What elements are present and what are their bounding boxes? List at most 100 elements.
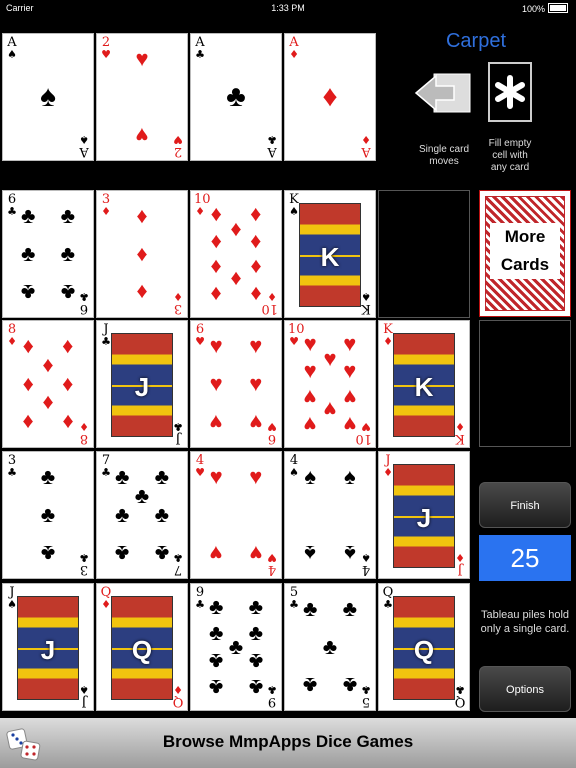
card-pip: ♥ — [249, 540, 263, 566]
card-rank: Q — [454, 694, 466, 709]
more-cards-button[interactable]: More Cards — [479, 190, 571, 317]
playing-card[interactable]: 4 ♥ 4 ♥ ♥ ♥ ♥ ♥ — [190, 451, 282, 579]
card-pip: ♦ — [136, 279, 148, 305]
card-pip: ♥ — [249, 409, 263, 435]
playing-card[interactable]: 10 ♦ 10 ♦ ♦ ♦ ♦ ♦ ♦ ♦ ♦ ♦ ♦ ♦ — [190, 190, 282, 318]
card-index-bottom: 6 ♥ — [266, 420, 278, 446]
fill-empty-cell-button[interactable] — [488, 62, 532, 122]
card-index-bottom: J ♦ — [454, 551, 466, 577]
card-suit: ♣ — [173, 420, 183, 433]
card-index-bottom: A ♣ — [266, 133, 278, 159]
card-pip: ♣ — [342, 596, 358, 622]
playing-card[interactable]: 5 ♣ 5 ♣ ♣ ♣ ♣ ♣ ♣ — [284, 583, 376, 711]
face-card-art: J — [17, 596, 79, 700]
card-pip: ♦ — [210, 200, 222, 226]
card-pip: ♣ — [134, 483, 150, 509]
face-card-letter: Q — [131, 635, 153, 665]
card-rank: 2 — [173, 144, 183, 159]
card-index-bottom: K ♠ — [360, 290, 372, 316]
card-suit: ♣ — [101, 466, 111, 479]
card-pip: ♦ — [250, 282, 262, 308]
options-button[interactable]: Options — [479, 666, 571, 712]
card-rank: A — [79, 144, 89, 159]
card-pip: ♣ — [208, 675, 224, 701]
face-card-letter: J — [134, 372, 150, 402]
card-pip: ♦ — [42, 390, 54, 416]
card-rank: A — [267, 144, 277, 159]
card-pip: ♣ — [342, 672, 358, 698]
card-suit: ♣ — [455, 683, 465, 696]
hint-text: Tableau piles hold only a single card. — [480, 609, 570, 635]
card-rank: J — [175, 431, 181, 446]
card-pip: ♣ — [20, 203, 36, 229]
face-card-art: K — [299, 203, 361, 307]
playing-card[interactable]: 6 ♣ 6 ♣ ♣ ♣ ♣ ♣ ♣ ♣ — [2, 190, 94, 318]
playing-card[interactable]: 2 ♥ 2 ♥ ♥ ♥ — [96, 33, 188, 161]
card-pip: ♣ — [208, 620, 224, 646]
card-index-top: 4 ♥ — [194, 454, 206, 479]
card-rank: A — [361, 144, 371, 159]
card-rank: 6 — [79, 301, 89, 316]
card-rank: Q — [172, 694, 184, 709]
card-pip: ♣ — [40, 502, 56, 527]
playing-card[interactable]: 3 ♦ 3 ♦ ♦ ♦ ♦ — [96, 190, 188, 318]
card-pip: ♣ — [154, 502, 170, 527]
card-index-top: 4 ♠ — [288, 454, 300, 479]
card-index-top: A ♦ — [288, 36, 300, 61]
card-index-top: 9 ♣ — [194, 586, 206, 611]
card-pip: ♦ — [250, 200, 262, 226]
card-rank: J — [457, 562, 463, 577]
card-pip: ♣ — [226, 80, 246, 113]
cards-left-counter: 25 — [479, 535, 571, 581]
card-pip: ♦ — [322, 80, 338, 113]
card-pip: ♦ — [210, 282, 222, 308]
tableau-empty-slot[interactable] — [378, 190, 470, 318]
ad-banner[interactable]: Browse MmpApps Dice Games — [0, 718, 576, 768]
card-index-top: A ♠ — [6, 36, 18, 61]
card-rank: K — [455, 431, 465, 446]
playing-card[interactable]: K ♠ K ♠ K — [284, 190, 376, 318]
playing-card[interactable]: A ♦ A ♦ ♦ — [284, 33, 376, 161]
playing-card[interactable]: 4 ♠ 4 ♠ ♠ ♠ ♠ ♠ — [284, 451, 376, 579]
card-index-bottom: Q ♣ — [454, 683, 466, 709]
card-index-top: A ♣ — [194, 36, 206, 61]
arrow-left-icon — [414, 73, 471, 113]
card-suit: ♥ — [195, 466, 205, 479]
finish-button[interactable]: Finish — [479, 482, 571, 528]
playing-card[interactable]: Q ♦ Q ♦ Q — [96, 583, 188, 711]
card-pip: ♣ — [248, 675, 264, 701]
card-pip: ♣ — [248, 593, 264, 619]
card-pip: ♥ — [135, 46, 149, 72]
playing-card[interactable]: 10 ♥ 10 ♥ ♥ ♥ ♥ ♥ ♥ ♥ ♥ ♥ ♥ ♥ — [284, 320, 376, 448]
single-card-moves-button[interactable] — [410, 62, 476, 124]
face-card-letter: K — [414, 372, 434, 402]
playing-card[interactable]: A ♣ A ♣ ♣ — [190, 33, 282, 161]
card-index-bottom: 2 ♥ — [172, 133, 184, 159]
card-pip: ♦ — [22, 409, 34, 435]
playing-card[interactable]: A ♠ A ♠ ♠ — [2, 33, 94, 161]
playing-card[interactable]: 6 ♥ 6 ♥ ♥ ♥ ♥ ♥ ♥ ♥ — [190, 320, 282, 448]
card-pip: ♥ — [209, 409, 223, 435]
card-index-top: 5 ♣ — [288, 586, 300, 611]
playing-card[interactable]: Q ♣ Q ♣ Q — [378, 583, 470, 711]
card-rank: 8 — [79, 431, 89, 446]
card-pip: ♥ — [303, 358, 317, 384]
playing-card[interactable]: K ♦ K ♦ K — [378, 320, 470, 448]
card-pip: ♣ — [20, 279, 36, 305]
card-pip: ♣ — [302, 672, 318, 698]
playing-card[interactable]: J ♣ J ♣ J — [96, 320, 188, 448]
playing-card[interactable]: 7 ♣ 7 ♣ ♣ ♣ ♣ ♣ ♣ ♣ ♣ — [96, 451, 188, 579]
card-index-bottom: A ♦ — [360, 133, 372, 159]
card-index-bottom: J ♠ — [78, 683, 90, 709]
card-pip: ♣ — [154, 540, 170, 566]
card-pip: ♥ — [343, 358, 357, 384]
card-rank: 10 — [261, 301, 278, 316]
playing-card[interactable]: 9 ♣ 9 ♣ ♣ ♣ ♣ ♣ ♣ ♣ ♣ ♣ ♣ — [190, 583, 282, 711]
playing-card[interactable]: 3 ♣ 3 ♣ ♣ ♣ ♣ — [2, 451, 94, 579]
playing-card[interactable]: 8 ♦ 8 ♦ ♦ ♦ ♦ ♦ ♦ ♦ ♦ ♦ — [2, 320, 94, 448]
playing-card[interactable]: J ♦ J ♦ J — [378, 451, 470, 579]
playing-card[interactable]: J ♠ J ♠ J — [2, 583, 94, 711]
card-index-bottom: 5 ♣ — [360, 683, 372, 709]
card-index-bottom: 7 ♣ — [172, 551, 184, 577]
card-index-bottom: 3 ♦ — [172, 290, 184, 316]
